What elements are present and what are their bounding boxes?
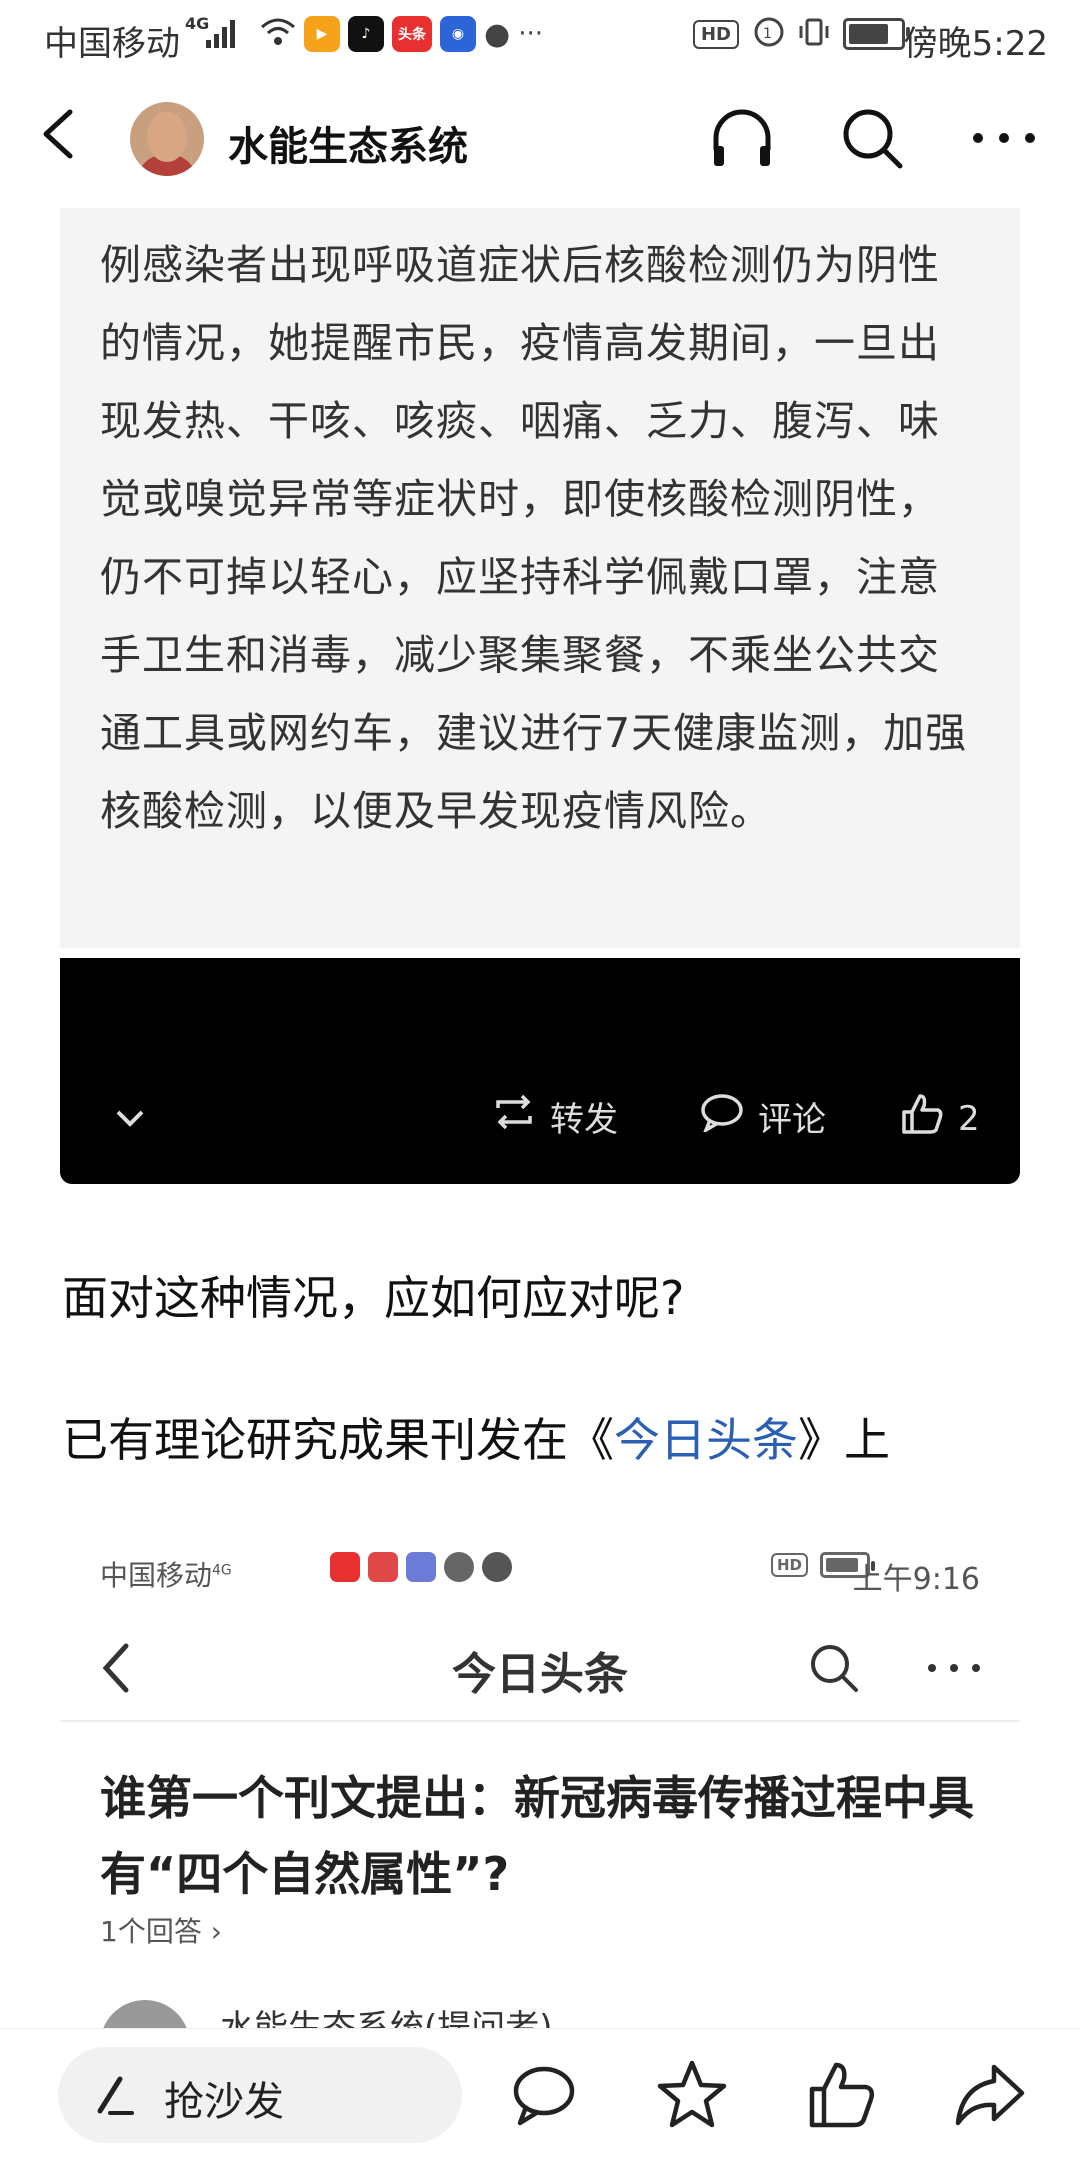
video-app-icon: ▶ <box>304 16 340 52</box>
repost-button[interactable]: 转发 <box>492 1092 618 1141</box>
chevron-down-icon[interactable] <box>112 1106 148 1130</box>
paragraph-question: 面对这种情况，应如何应对呢? <box>62 1271 685 1325</box>
repost-label: 转发 <box>550 1100 618 1140</box>
red-app-icon <box>368 1552 398 1582</box>
thumbs-up-icon <box>900 1092 944 1145</box>
comment-label: 评论 <box>758 1100 826 1140</box>
paragraph-prefix: 已有理论研究成果刊发在《 <box>62 1413 614 1467</box>
embedded-answer-count: 1个回答 › <box>100 1915 222 1948</box>
article-excerpt-image: 例感染者出现呼吸道症状后核酸检测仍为阴性的情况，她提醒市民，疫情高发期间，一旦出… <box>60 208 1020 948</box>
more-icon[interactable] <box>968 102 1040 174</box>
like-count: 2 <box>958 1098 980 1139</box>
embedded-screenshot: 中国移动4G HD 上午9:16 今日头条 谁第一个刊文提出：新冠病毒传播过程中… <box>60 1530 1020 2035</box>
vibrate-icon <box>799 16 829 52</box>
embedded-carrier: 中国移动4G <box>100 1559 232 1592</box>
call-icon: 1 <box>753 16 785 52</box>
embedded-page-title: 今日头条 <box>452 1649 628 1700</box>
more-notifications-icon: ··· <box>518 19 543 49</box>
signal-icon <box>206 18 242 52</box>
repost-icon <box>492 1092 536 1141</box>
embedded-divider <box>60 1720 1020 1722</box>
carrier-label: 中国移动 <box>44 24 180 64</box>
share-icon[interactable] <box>952 2057 1028 2133</box>
chat-app-icon <box>482 1552 512 1582</box>
browser-app-icon <box>444 1552 474 1582</box>
hd-badge: HD <box>692 19 739 49</box>
comment-icon[interactable] <box>506 2057 582 2133</box>
wifi-icon <box>260 17 296 51</box>
comment-input[interactable]: 抢沙发 <box>58 2047 462 2143</box>
like-button[interactable]: 2 <box>900 1092 980 1145</box>
embedded-hd-badge: HD <box>770 1553 808 1577</box>
embedded-notification-icons <box>330 1552 512 1582</box>
headphones-icon[interactable] <box>706 102 778 174</box>
paragraph-suffix: 》上 <box>798 1413 890 1467</box>
search-icon[interactable] <box>836 102 908 174</box>
status-bar: 中国移动 4G ▶ ♪ 头条 ◉ ● ··· HD 1 傍晚5:22 <box>0 0 1080 80</box>
comment-button[interactable]: 评论 <box>700 1092 826 1141</box>
embedded-more-icon <box>924 1640 984 1700</box>
baidu-app-icon <box>406 1552 436 1582</box>
comment-placeholder: 抢沙发 <box>164 2079 284 2125</box>
avatar[interactable] <box>130 102 204 176</box>
back-icon[interactable] <box>30 104 90 164</box>
tiktok-app-icon: ♪ <box>348 16 384 52</box>
toutiao-app-icon: 头条 <box>392 16 432 52</box>
battery-icon <box>843 18 910 50</box>
notification-icons: ▶ ♪ 头条 ◉ ● ··· <box>260 16 543 52</box>
excerpt-action-bar: 转发 评论 2 <box>60 958 1020 1184</box>
embedded-question-title: 谁第一个刊文提出：新冠病毒传播过程中具有“四个自然属性”? <box>100 1771 974 1901</box>
wechat-icon: ● <box>484 16 511 52</box>
embedded-clock: 上午9:16 <box>852 1562 980 1597</box>
like-icon[interactable] <box>804 2057 880 2133</box>
paragraph-published: 已有理论研究成果刊发在《今日头条》上 <box>62 1404 890 1470</box>
baidu-app-icon: ◉ <box>440 16 476 52</box>
embedded-search-icon <box>806 1640 862 1700</box>
top-nav-bar: 水能生态系统 <box>0 90 1080 190</box>
clock: 傍晚5:22 <box>903 24 1048 64</box>
bottom-action-bar: 抢沙发 <box>0 2028 1080 2161</box>
svg-text:1: 1 <box>763 26 772 42</box>
account-title[interactable]: 水能生态系统 <box>228 114 468 172</box>
star-icon[interactable] <box>654 2057 730 2133</box>
toutiao-link[interactable]: 今日头条 <box>614 1413 798 1467</box>
comment-bubble-icon <box>700 1092 744 1141</box>
excerpt-text: 例感染者出现呼吸道症状后核酸检测仍为阴性的情况，她提醒市民，疫情高发期间，一旦出… <box>100 241 968 835</box>
pen-icon <box>94 2073 134 2117</box>
toutiao-app-icon <box>330 1552 360 1582</box>
status-indicators: HD 1 <box>692 16 910 52</box>
